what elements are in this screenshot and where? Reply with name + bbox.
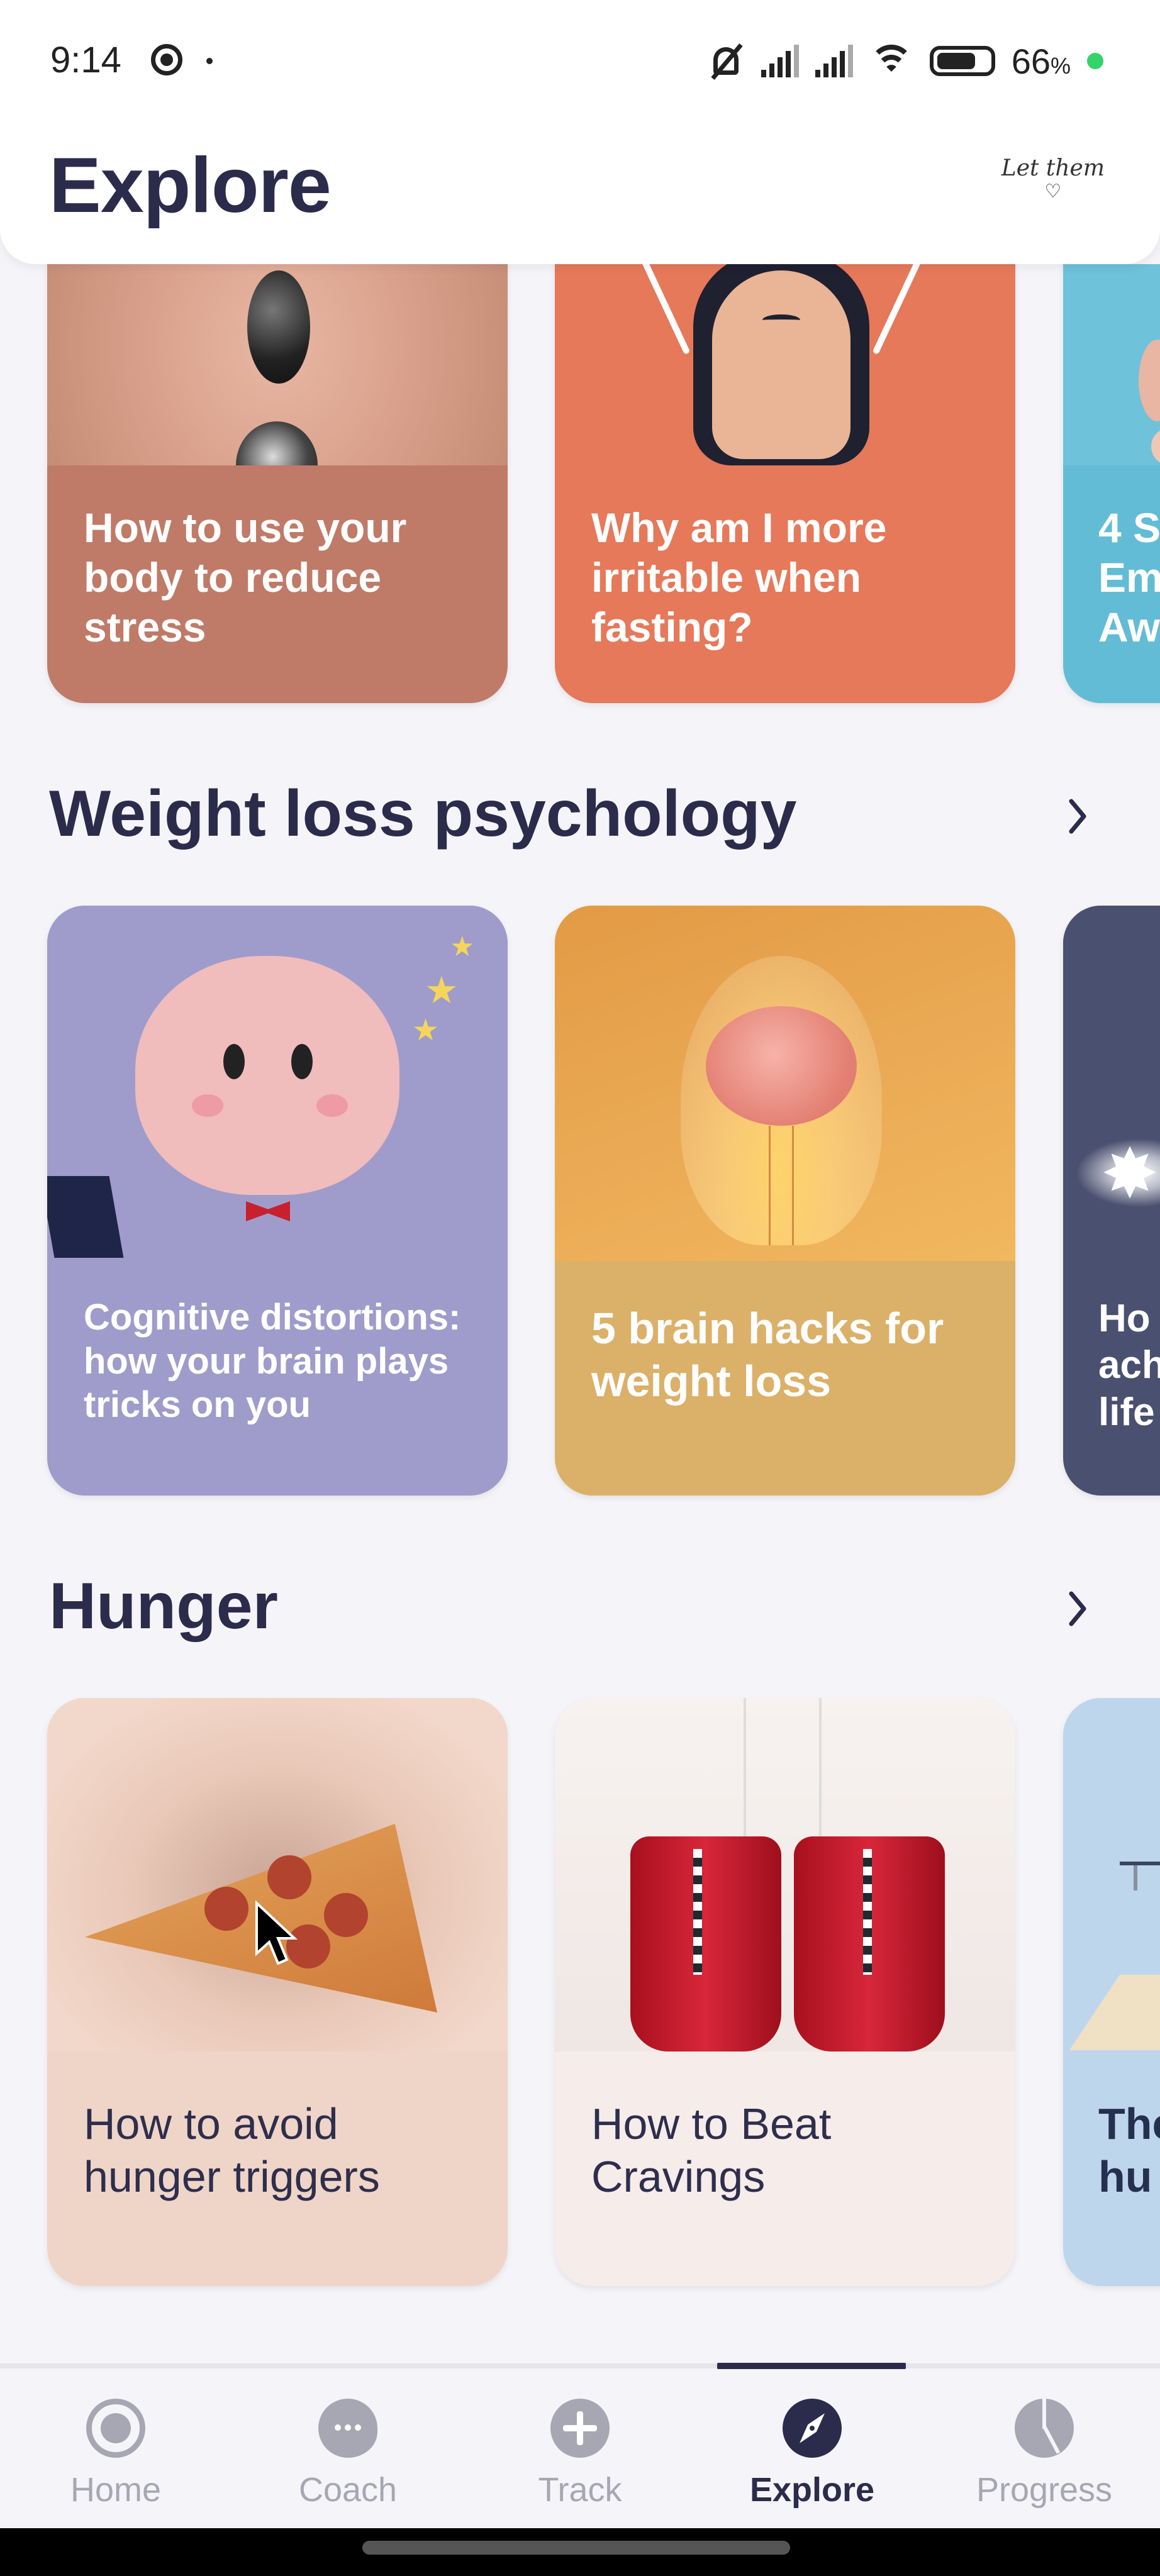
signal-icon bbox=[815, 45, 853, 77]
article-title: Thehu bbox=[1098, 2097, 1160, 2203]
chevron-right-icon bbox=[1069, 1591, 1086, 1626]
explore-screen: 9:14 66% Explore Let them ♡ How to use y… bbox=[0, 0, 1160, 2576]
status-time: 9:14 bbox=[50, 40, 121, 80]
tab-label: Coach bbox=[298, 2471, 398, 2509]
tab-label: Explore bbox=[749, 2471, 875, 2509]
signal-icon bbox=[761, 45, 799, 77]
article-title: Cognitive distortions: how your brain pl… bbox=[84, 1297, 461, 1426]
compass-icon bbox=[783, 2399, 842, 2458]
mute-icon bbox=[707, 42, 745, 80]
logo-text: Let them bbox=[1001, 155, 1105, 181]
see-all-button[interactable] bbox=[1059, 1584, 1097, 1634]
article-card[interactable]: 4 S Em Aw bbox=[1063, 264, 1160, 703]
page-title: Explore bbox=[49, 142, 332, 229]
article-title: 4 S Em Aw bbox=[1098, 503, 1160, 653]
title-line: life bbox=[1098, 1390, 1155, 1434]
home-ring-icon bbox=[86, 2399, 145, 2458]
partial-image bbox=[1063, 264, 1160, 465]
carousel-weight-loss-psychology[interactable]: ★ ★ ★ Cognitive distortions: how your br… bbox=[0, 899, 1160, 1503]
article-card[interactable]: How to avoid hunger triggers bbox=[47, 1698, 508, 2286]
grumpy-hedgehog-illustration bbox=[555, 264, 1015, 465]
article-card[interactable]: Thehu bbox=[1063, 1698, 1160, 2286]
tab-label: Track bbox=[538, 2471, 622, 2509]
tab-coach[interactable]: Coach bbox=[254, 2399, 442, 2518]
title-line: hu bbox=[1098, 2152, 1152, 2201]
tab-label: Home bbox=[70, 2471, 162, 2509]
heart-icon: ♡ bbox=[1044, 180, 1062, 203]
title-line: Ho bbox=[1098, 1297, 1151, 1340]
title-line: ach bbox=[1098, 1343, 1160, 1387]
article-card[interactable]: ✸ Ho ach life bbox=[1063, 906, 1160, 1496]
article-title: Why am I more irritable when fasting? bbox=[591, 504, 887, 651]
carousel-stress[interactable]: How to use your body to reduce stress Wh… bbox=[0, 264, 1160, 717]
article-title: Ho ach life bbox=[1098, 1296, 1160, 1436]
brain-lightbulb-photo bbox=[555, 906, 1015, 1261]
mouse-cursor-icon bbox=[255, 1901, 298, 1965]
title-line: Aw bbox=[1098, 604, 1160, 651]
carousel-hunger[interactable]: How to avoid hunger triggers How to Beat… bbox=[0, 1692, 1160, 2296]
chat-bubble-icon bbox=[318, 2399, 377, 2458]
status-bar: 9:14 66% bbox=[0, 0, 1160, 126]
notification-dot-icon bbox=[206, 58, 213, 64]
screen-record-icon bbox=[151, 44, 182, 75]
page-header: Explore Let them ♡ bbox=[0, 119, 1160, 264]
section-title: Weight loss psychology bbox=[49, 777, 797, 850]
tab-explore[interactable]: Explore bbox=[718, 2399, 906, 2518]
battery-percent: 66% bbox=[1011, 41, 1071, 81]
article-card[interactable]: How to Beat Cravings bbox=[555, 1698, 1015, 2286]
sparkle-illustration: ✸ bbox=[1063, 906, 1160, 1258]
wifi-icon bbox=[869, 43, 913, 79]
pie-chart-icon bbox=[1015, 2399, 1074, 2458]
article-card[interactable]: 5 brain hacks for weight loss bbox=[555, 906, 1015, 1496]
tab-home[interactable]: Home bbox=[21, 2399, 210, 2518]
title-line: 4 S bbox=[1098, 504, 1160, 551]
tab-progress[interactable]: Progress bbox=[950, 2399, 1139, 2518]
brand-logo[interactable]: Let them ♡ bbox=[1001, 157, 1105, 201]
pepperoni-pizza-slice-photo bbox=[47, 1698, 508, 2051]
see-all-button[interactable] bbox=[1059, 791, 1097, 841]
hot-stones-back-photo bbox=[47, 264, 508, 465]
scale-illustration bbox=[1063, 1698, 1160, 2051]
status-icons: 66% bbox=[707, 39, 1103, 83]
battery-fill bbox=[937, 53, 976, 69]
bottom-tab-bar: Home Coach Track Explore Progress bbox=[0, 2363, 1160, 2528]
chevron-right-icon bbox=[1069, 799, 1086, 834]
active-tab-indicator bbox=[717, 2363, 906, 2369]
article-card[interactable]: Why am I more irritable when fasting? bbox=[555, 264, 1015, 703]
boxing-gloves-photo bbox=[555, 1698, 1015, 2051]
title-line: The bbox=[1098, 2099, 1160, 2148]
article-card[interactable]: How to use your body to reduce stress bbox=[47, 264, 508, 703]
tab-track[interactable]: Track bbox=[486, 2399, 674, 2518]
charging-dot-icon bbox=[1087, 53, 1103, 69]
section-title: Hunger bbox=[49, 1570, 278, 1643]
title-line: Em bbox=[1098, 554, 1160, 601]
tab-label: Progress bbox=[976, 2471, 1113, 2509]
home-gesture-handle[interactable] bbox=[362, 2541, 790, 2555]
magician-brain-illustration: ★ ★ ★ bbox=[47, 906, 508, 1258]
article-title: How to avoid hunger triggers bbox=[84, 2099, 380, 2201]
article-title: How to use your body to reduce stress bbox=[84, 504, 407, 651]
plus-circle-icon bbox=[550, 2399, 610, 2458]
article-title: How to Beat Cravings bbox=[591, 2099, 832, 2201]
system-navigation-bar bbox=[0, 2528, 1160, 2576]
article-title: 5 brain hacks for weight loss bbox=[591, 1304, 944, 1406]
article-card[interactable]: ★ ★ ★ Cognitive distortions: how your br… bbox=[47, 906, 508, 1496]
battery-icon bbox=[929, 46, 995, 76]
